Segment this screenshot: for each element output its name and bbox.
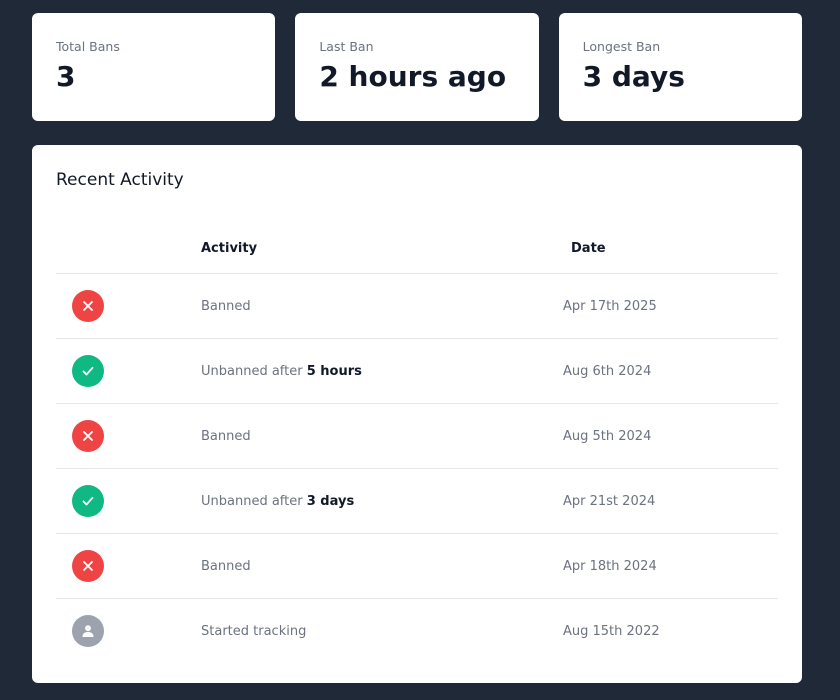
date-cell: Aug 5th 2024	[563, 403, 778, 469]
activity-text: Unbanned after	[201, 363, 307, 379]
status-cell	[56, 338, 201, 404]
stat-label: Last Ban	[319, 39, 374, 54]
activity-text: Started tracking	[201, 623, 307, 639]
activity-text: Banned	[201, 558, 251, 574]
activity-cell: Banned	[201, 403, 563, 469]
date-cell: Apr 18th 2024	[563, 533, 778, 599]
activity-table-body: Banned Apr 17th 2025 Unbanned after 5 hour…	[56, 273, 778, 664]
stat-value: 3 days	[582, 60, 685, 93]
stats-row: Total Bans 3 Last Ban 2 hours ago Longes…	[32, 13, 802, 121]
column-header-icon	[56, 223, 201, 274]
check-icon	[72, 355, 104, 387]
x-icon	[72, 290, 104, 322]
date-cell: Aug 15th 2022	[563, 623, 660, 639]
date-cell: Apr 21st 2024	[563, 468, 778, 534]
stat-label: Longest Ban	[582, 39, 661, 54]
table-row: Banned Aug 5th 2024	[56, 403, 778, 469]
column-header-date: Date	[563, 223, 778, 274]
stat-value: 2 hours ago	[319, 60, 507, 93]
recent-activity-title: Recent Activity	[56, 170, 184, 190]
activity-table: Activity Date Banned Apr 17th 2025 Unbanne…	[56, 223, 778, 663]
stat-label: Total Bans	[56, 39, 120, 54]
status-cell	[56, 403, 201, 469]
status-cell	[56, 468, 201, 534]
table-row: Unbanned after 5 hours Aug 6th 2024	[56, 338, 778, 404]
date-cell: Apr 17th 2025	[563, 273, 778, 339]
activity-text: Banned	[201, 428, 251, 444]
status-cell	[56, 533, 201, 599]
table-row: Banned Apr 18th 2024	[56, 533, 778, 599]
status-cell	[56, 273, 201, 339]
activity-duration: 3 days	[306, 493, 355, 509]
stat-card-last-ban: Last Ban 2 hours ago	[295, 13, 539, 121]
date-cell: Aug 6th 2024	[563, 338, 778, 404]
table-row: Unbanned after 3 days Apr 21st 2024	[56, 468, 778, 534]
x-icon	[72, 550, 104, 582]
activity-text: Banned	[201, 298, 251, 314]
table-row: Started tracking Aug 15th 2022	[56, 599, 778, 664]
activity-cell: Unbanned after 5 hours	[201, 338, 563, 404]
activity-cell: Unbanned after 3 days	[201, 468, 563, 534]
activity-duration: 5 hours	[306, 363, 362, 379]
table-row: Banned Apr 17th 2025	[56, 273, 778, 339]
stat-value: 3	[56, 60, 76, 93]
activity-cell: Banned	[201, 533, 563, 599]
activity-cell: Started tracking	[201, 599, 563, 664]
column-header-activity: Activity	[201, 223, 563, 274]
x-icon	[72, 420, 104, 452]
activity-cell: Banned	[201, 273, 563, 339]
stat-card-longest-ban: Longest Ban 3 days	[558, 13, 802, 121]
stat-card-total-bans: Total Bans 3	[32, 13, 276, 121]
recent-activity-card: Recent Activity Activity Date Banned Apr …	[32, 145, 802, 683]
table-header-row: Activity Date	[56, 223, 778, 274]
check-icon	[72, 485, 104, 517]
user-icon	[72, 615, 104, 647]
status-cell	[56, 599, 201, 664]
activity-text: Unbanned after	[201, 493, 307, 509]
